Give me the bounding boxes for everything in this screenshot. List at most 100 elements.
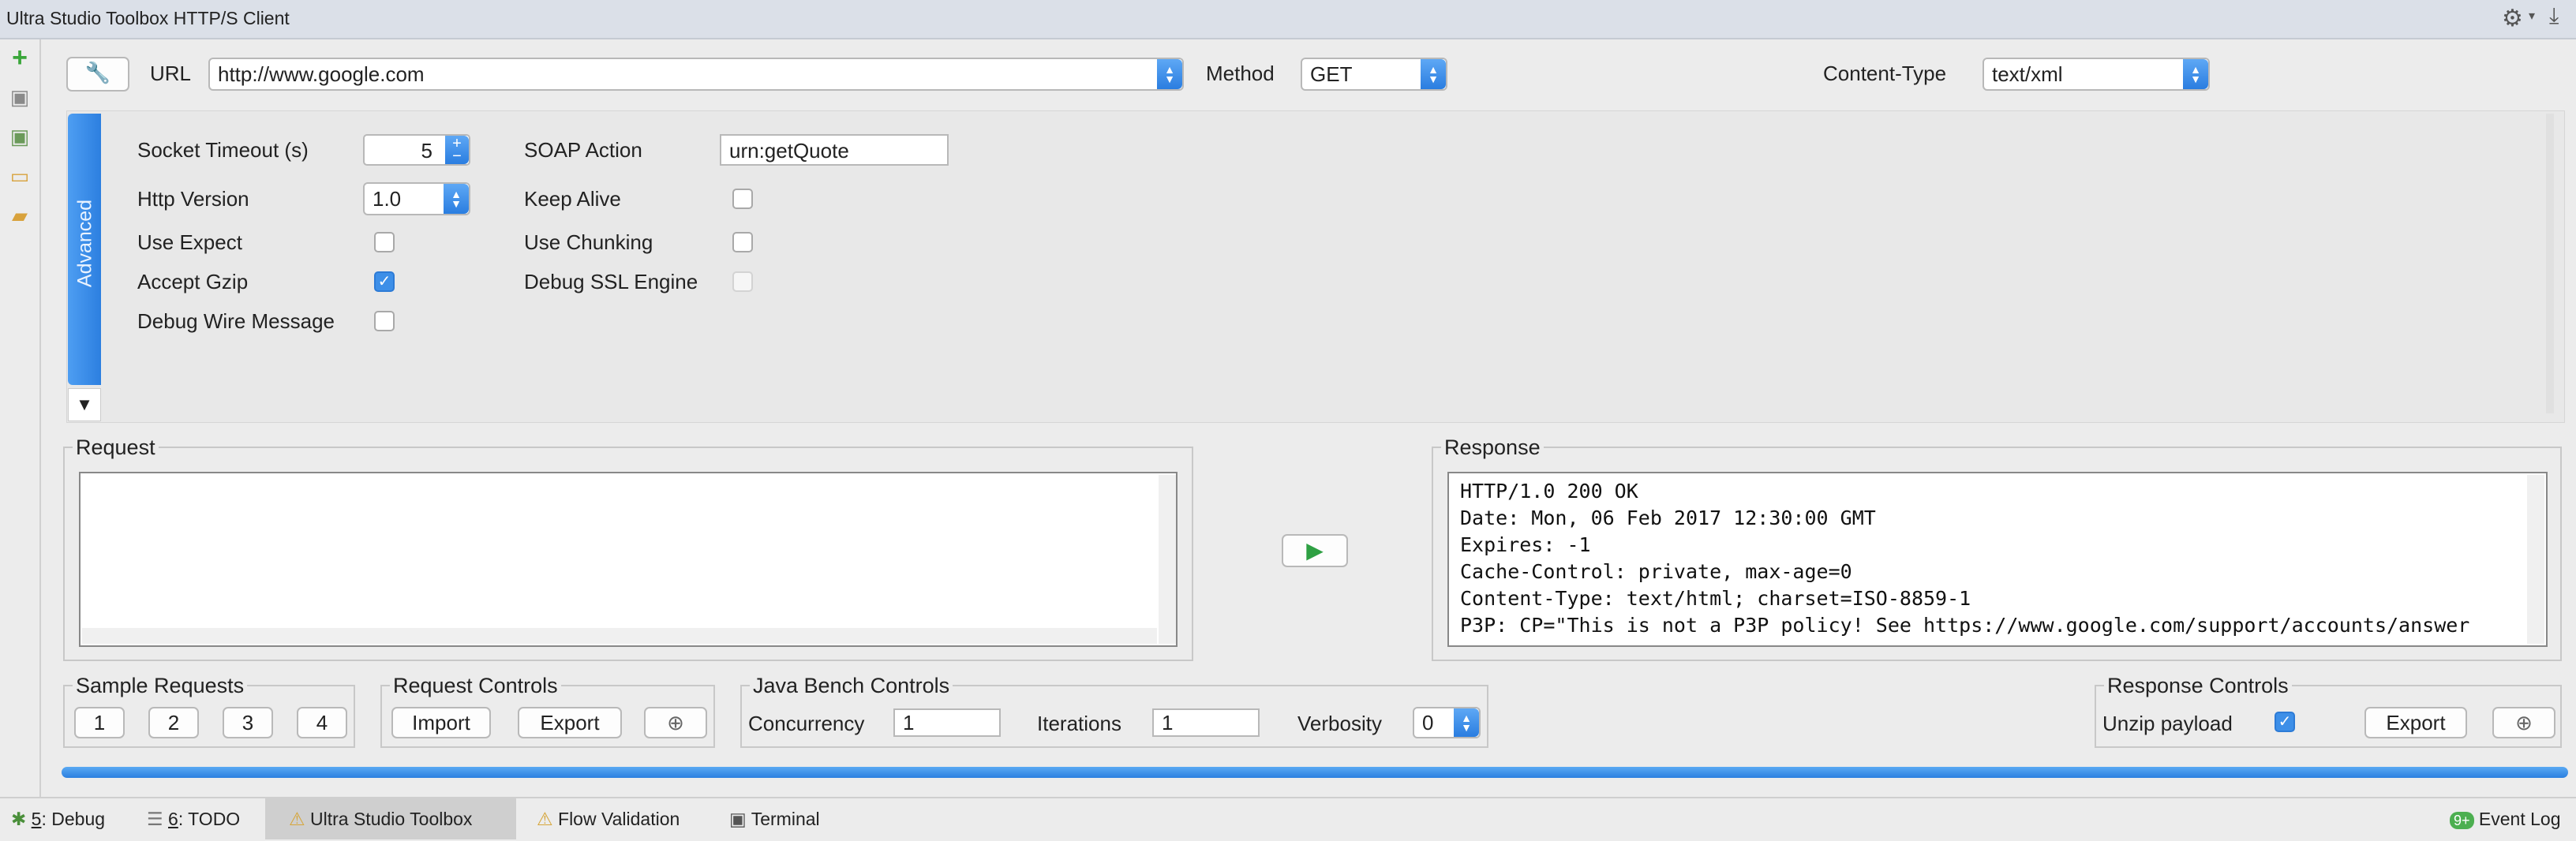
content-type-select[interactable]: text/xml ▲ ▼ [1983, 58, 2210, 91]
stepper-arrows[interactable]: + − [445, 136, 469, 164]
collapse-toggle-icon[interactable]: ▼ [68, 388, 101, 421]
sample-request-3-button[interactable]: 3 [223, 707, 273, 738]
http-version-select[interactable]: 1.0 ▲ ▼ [363, 182, 470, 215]
socket-timeout-stepper[interactable]: 5 + − [363, 134, 470, 166]
request-title: Request [73, 435, 159, 460]
event-log-label: Event Log [2478, 809, 2561, 829]
socket-timeout-label: Socket Timeout (s) [137, 138, 309, 162]
zoom-icon: ⊕ [667, 711, 684, 734]
accept-gzip-checkbox[interactable]: ✓ [374, 271, 395, 292]
response-export-button[interactable]: Export [2364, 707, 2467, 738]
wrench-icon: 🔧 [84, 61, 111, 84]
response-scrollbar[interactable] [2527, 475, 2544, 644]
title-bar: Ultra Studio Toolbox HTTP/S Client ⚙ ▾ ⤓ [0, 0, 2576, 39]
save-all-icon[interactable]: ▣ [8, 125, 32, 148]
response-controls-title: Response Controls [2104, 674, 2292, 698]
request-controls-group: Request Controls Import Export ⊕ [380, 674, 715, 748]
verbosity-select[interactable]: 0 ▲ ▼ [1413, 707, 1481, 738]
tab-todo-label: : TODO [178, 809, 241, 829]
response-line: Expires: -1 [1460, 533, 1591, 556]
http-version-value: 1.0 [373, 187, 402, 211]
debug-wire-label: Debug Wire Message [137, 309, 335, 333]
download-icon[interactable]: ⤓ [2549, 3, 2559, 29]
request-export-button[interactable]: Export [518, 707, 622, 738]
import-button[interactable]: Import [391, 707, 491, 738]
keep-alive-label: Keep Alive [524, 187, 621, 211]
java-bench-title: Java Bench Controls [750, 674, 953, 698]
chevron-down-icon[interactable]: ▾ [2529, 8, 2535, 24]
response-line: HTTP/1.0 200 OK [1460, 480, 1638, 503]
url-combo[interactable]: http://www.google.com ▲ ▼ [208, 58, 1184, 91]
request-body-textarea[interactable] [79, 472, 1178, 647]
response-line: Date: Mon, 06 Feb 2017 12:30:00 GMT [1460, 506, 1876, 529]
warning-icon: ⚠ [537, 809, 553, 829]
accept-gzip-label: Accept Gzip [137, 270, 249, 293]
folder-open-icon[interactable]: ▰ [8, 204, 32, 227]
response-zoom-button[interactable]: ⊕ [2492, 707, 2555, 738]
use-expect-checkbox[interactable] [374, 232, 395, 252]
advanced-tab[interactable]: Advanced [68, 114, 101, 385]
request-zoom-button[interactable]: ⊕ [644, 707, 707, 738]
run-button[interactable]: ▶ [1282, 534, 1348, 567]
soap-action-input[interactable]: urn:getQuote [720, 134, 949, 166]
tab-debug-label: : Debug [41, 809, 106, 829]
folder-icon[interactable]: ▭ [8, 164, 32, 188]
sample-request-2-button[interactable]: 2 [148, 707, 199, 738]
verbosity-value: 0 [1422, 711, 1434, 734]
wrench-button[interactable]: 🔧 [66, 57, 129, 92]
tab-terminal[interactable]: ▣ Terminal [729, 798, 820, 839]
response-line: Content-Type: text/html; charset=ISO-885… [1460, 587, 1971, 610]
sample-requests-title: Sample Requests [73, 674, 248, 698]
add-icon[interactable]: + [8, 44, 32, 71]
use-chunking-label: Use Chunking [524, 230, 653, 254]
tab-todo-number: 6 [168, 809, 178, 829]
url-dropdown-arrow[interactable]: ▲ ▼ [1157, 59, 1182, 89]
sample-request-1-button[interactable]: 1 [74, 707, 125, 738]
request-scrollbar[interactable] [1159, 475, 1176, 644]
request-group: Request [63, 435, 1193, 661]
url-input[interactable]: http://www.google.com [218, 62, 425, 86]
concurrency-input[interactable]: 1 [893, 708, 1001, 737]
socket-timeout-value: 5 [421, 139, 432, 163]
verbosity-label: Verbosity [1297, 712, 1382, 735]
http-version-dropdown-arrow[interactable]: ▲ ▼ [444, 184, 469, 214]
content-type-dropdown-arrow[interactable]: ▲ ▼ [2183, 59, 2208, 89]
request-hscrollbar[interactable] [82, 628, 1157, 644]
todo-icon: ☰ [147, 809, 163, 829]
tab-debug[interactable]: ✱ 5: Debug [11, 798, 105, 839]
save-icon[interactable]: ▣ [8, 85, 32, 109]
tab-terminal-label: Terminal [751, 809, 820, 829]
sample-request-4-button[interactable]: 4 [297, 707, 347, 738]
gear-icon[interactable]: ⚙ [2502, 5, 2523, 32]
method-select[interactable]: GET ▲ ▼ [1301, 58, 1447, 91]
left-toolbar: + ▣ ▣ ▭ ▰ [0, 39, 41, 797]
tab-ultra-studio-toolbox[interactable]: ⚠ Ultra Studio Toolbox [265, 798, 516, 839]
debug-ssl-label: Debug SSL Engine [524, 270, 698, 293]
window-title: Ultra Studio Toolbox HTTP/S Client [6, 8, 290, 28]
response-body-textarea[interactable]: HTTP/1.0 200 OK Date: Mon, 06 Feb 2017 1… [1447, 472, 2548, 647]
advanced-tab-label: Advanced [73, 199, 96, 288]
concurrency-label: Concurrency [748, 712, 865, 735]
debug-wire-checkbox[interactable] [374, 311, 395, 331]
method-dropdown-arrow[interactable]: ▲ ▼ [1421, 59, 1446, 89]
event-log[interactable]: 9+ Event Log [2450, 798, 2561, 839]
tab-flow-validation[interactable]: ⚠ Flow Validation [537, 798, 680, 839]
toolbox-icon: ⚠ [289, 809, 305, 829]
soap-action-label: SOAP Action [524, 138, 642, 162]
iterations-input[interactable]: 1 [1152, 708, 1260, 737]
unzip-label: Unzip payload [2102, 712, 2233, 735]
keep-alive-checkbox[interactable] [732, 189, 753, 209]
url-label: URL [150, 62, 192, 85]
http-version-label: Http Version [137, 187, 249, 211]
response-line: P3P: CP="This is not a P3P policy! See h… [1460, 614, 2470, 637]
use-chunking-checkbox[interactable] [732, 232, 753, 252]
debug-ssl-checkbox[interactable] [732, 271, 753, 292]
verbosity-dropdown-arrow[interactable]: ▲ ▼ [1454, 708, 1479, 737]
advanced-scrollbar[interactable] [2546, 114, 2554, 413]
unzip-checkbox[interactable]: ✓ [2275, 712, 2295, 732]
tab-todo[interactable]: ☰ 6: TODO [147, 798, 240, 839]
zoom-icon: ⊕ [2515, 711, 2533, 734]
use-expect-label: Use Expect [137, 230, 242, 254]
play-icon: ▶ [1306, 538, 1324, 563]
java-bench-group: Java Bench Controls Concurrency 1 Iterat… [740, 674, 1488, 748]
